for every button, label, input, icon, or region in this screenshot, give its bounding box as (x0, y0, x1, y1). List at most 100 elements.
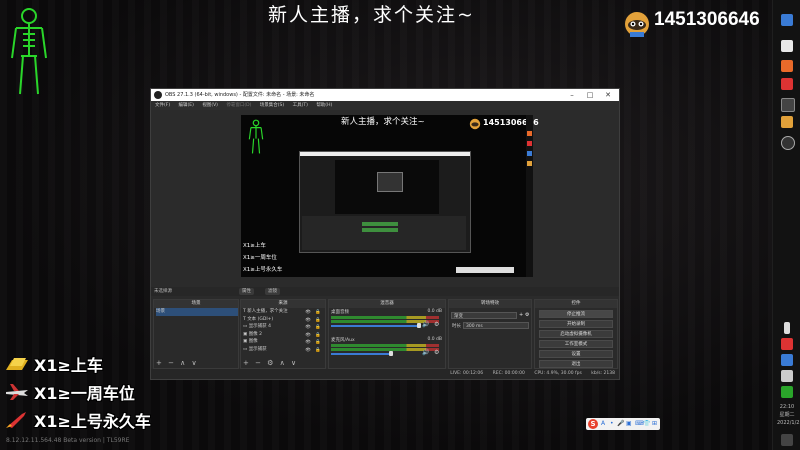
start-recording-button[interactable]: 开始录制 (539, 320, 613, 328)
menu-view[interactable]: 视图(V) (202, 103, 218, 108)
notice-text: X1≥一周车位 (34, 384, 135, 403)
raccoon-mascot-icon (625, 12, 649, 37)
scenes-header: 场景 (154, 300, 238, 308)
sources-dock: 来源 T 新人主播，求个关注 👁 🔒 T 文本 (GDI+) 👁 🔒 ▭ 显示捕获 4 👁… (240, 299, 326, 369)
settings-button[interactable]: 设置 (539, 350, 613, 358)
transition-type-select[interactable]: 渐变 (451, 312, 517, 319)
speaker-icon[interactable] (781, 370, 793, 382)
source-item[interactable]: ▣ 图像 👁 🔒 (243, 338, 325, 346)
maximize-button[interactable]: □ (581, 89, 599, 101)
close-button[interactable]: ✕ (599, 89, 617, 101)
stream-title: 新人主播，求个关注~ (268, 4, 475, 26)
stop-streaming-button[interactable]: 停止推流 (539, 310, 613, 318)
gear-icon[interactable]: ⚙ (434, 321, 439, 328)
network-icon[interactable] (781, 354, 793, 366)
source-item[interactable]: ▭ 显示捕获 4 👁 🔒 (243, 323, 325, 331)
preview-taskbar (526, 115, 533, 277)
preview-ime-strip (456, 267, 514, 273)
preview-mascot-icon (469, 118, 481, 130)
filters-button[interactable]: 滤镜 (265, 288, 280, 295)
obs-logo-icon (154, 91, 162, 99)
speaker-icon[interactable]: 🔊 (422, 349, 429, 356)
exit-button[interactable]: 退出 (539, 360, 613, 368)
bitrate: kb/s: 2138 (591, 371, 615, 376)
volume-slider-handle[interactable] (389, 351, 393, 356)
scenes-toolbar[interactable]: + − ∧ ∨ (156, 359, 199, 367)
channel-db: 0.0 dB (427, 309, 442, 314)
menu-file[interactable]: 文件(F) (155, 103, 170, 108)
game-controller-icon[interactable] (781, 98, 795, 112)
scene-item[interactable]: 场景 (156, 308, 238, 316)
rec-timer: REC: 00:00:00 (492, 371, 525, 376)
channel-db: 0.0 dB (427, 337, 442, 342)
gear-icon[interactable]: ⚙ (434, 349, 439, 356)
speaker-icon[interactable]: 🔊 (422, 321, 429, 328)
start-virtual-camera-button[interactable]: 启动虚拟摄像机 (539, 330, 613, 338)
menu-scene-collection[interactable]: 场景集合(S) (260, 103, 284, 108)
studio-mode-button[interactable]: 工作室模式 (539, 340, 613, 348)
sources-toolbar[interactable]: + − ⚙ ∧ ∨ (243, 359, 298, 367)
ime-punct-icon[interactable]: • (610, 420, 614, 427)
volume-meter (331, 344, 439, 347)
tray-green-icon[interactable] (781, 386, 793, 398)
ime-mode-icon[interactable]: A (601, 420, 605, 427)
eye-icon[interactable]: 👁 (305, 347, 311, 355)
preview-title: 新人主播，求个关注~ (341, 117, 425, 127)
volume-meter (331, 316, 439, 319)
microphone-icon[interactable] (784, 322, 790, 334)
mixer-channel-desktop: 桌面音频 0.0 dB 🔊 ⚙ (329, 308, 445, 330)
menu-edit[interactable]: 编辑(E) (179, 103, 194, 108)
raccoon-app-icon[interactable] (781, 116, 793, 128)
mixer-header: 混音器 (329, 300, 445, 308)
sources-header: 来源 (241, 300, 325, 308)
no-source-label: 未选择源 (154, 289, 172, 294)
ime-screenshot-icon[interactable]: ▣ (626, 420, 632, 427)
file-explorer-icon[interactable] (781, 40, 793, 52)
cpu-fps: CPU: 4.9%, 30.00 fps (534, 371, 582, 376)
scenes-dock: 场景 场景 + − ∧ ∨ (153, 299, 239, 369)
minimize-button[interactable]: – (563, 89, 581, 101)
controls-header: 控件 (535, 300, 617, 308)
volume-slider[interactable] (331, 353, 391, 355)
airplane-icon (6, 384, 28, 400)
ime-toolbar[interactable]: S A • 🎤 ▣ ⌨ 👕 ⊞ (586, 418, 660, 430)
windows-start-icon[interactable] (781, 14, 793, 26)
obs-titlebar[interactable]: OBS 27.1.3 (64-bit, windows) - 配置文件: 未命名… (151, 89, 619, 101)
obs-window-title: OBS 27.1.3 (64-bit, windows) - 配置文件: 未命名… (165, 92, 315, 98)
ime-voice-icon[interactable]: 🎤 (617, 420, 624, 427)
mixer-channel-mic: 麦克风/Aux 0.0 dB 🔊 ⚙ (329, 336, 445, 358)
obs-preview[interactable]: 新人主播，求个关注~ 1451306646 X1≥上车 X1≥一周车位 X1≥上… (241, 115, 539, 277)
notification-icon[interactable] (781, 434, 793, 446)
green-skeleton-figure (11, 8, 47, 95)
source-item[interactable]: T 文本 (GDI+) 👁 🔒 (243, 316, 325, 324)
source-item[interactable]: ▭ 显示捕获 👁 🔒 (243, 346, 325, 354)
app-icon-red[interactable] (781, 78, 793, 90)
properties-button[interactable]: 属性 (239, 288, 254, 295)
clock-time[interactable]: 22:10 (777, 404, 797, 411)
tray-app-icon[interactable] (781, 338, 793, 350)
source-item[interactable]: T 新人主播，求个关注 👁 🔒 (243, 308, 325, 316)
duration-label: 时长 (452, 324, 461, 329)
duration-input[interactable]: 300 ms (463, 322, 529, 329)
app-icon-orange[interactable] (781, 60, 793, 72)
menu-docks[interactable]: 停靠窗口(D) (226, 103, 251, 108)
menu-help[interactable]: 帮助(H) (316, 103, 332, 108)
gear-icon[interactable]: ⚙ (525, 312, 529, 318)
ime-toolbox-icon[interactable]: ⊞ (652, 420, 657, 427)
obs-taskbar-icon[interactable] (781, 136, 795, 150)
notice-text: X1≥上车 (34, 356, 103, 375)
volume-slider-handle[interactable] (417, 323, 421, 328)
preview-line: X1≥上号永久车 (243, 267, 283, 273)
lock-icon[interactable]: 🔒 (315, 347, 321, 355)
ime-skin-icon[interactable]: 👕 (643, 420, 650, 427)
sogou-logo-icon[interactable]: S (588, 419, 598, 429)
channel-name: 麦克风/Aux (331, 338, 355, 343)
source-item[interactable]: ▣ 图像 2 👁 🔒 (243, 331, 325, 339)
preview-skeleton-figure (248, 119, 264, 154)
volume-slider[interactable] (331, 325, 419, 327)
obs-menubar: 文件(F) 编辑(E) 视图(V) 停靠窗口(D) 场景集合(S) 工具(T) … (151, 101, 619, 110)
clock-date: 2022/1/25 (777, 420, 800, 426)
add-transition-button[interactable]: + (519, 312, 523, 318)
notice-text: X1≥上号永久车 (34, 412, 151, 431)
menu-tools[interactable]: 工具(T) (293, 103, 308, 108)
